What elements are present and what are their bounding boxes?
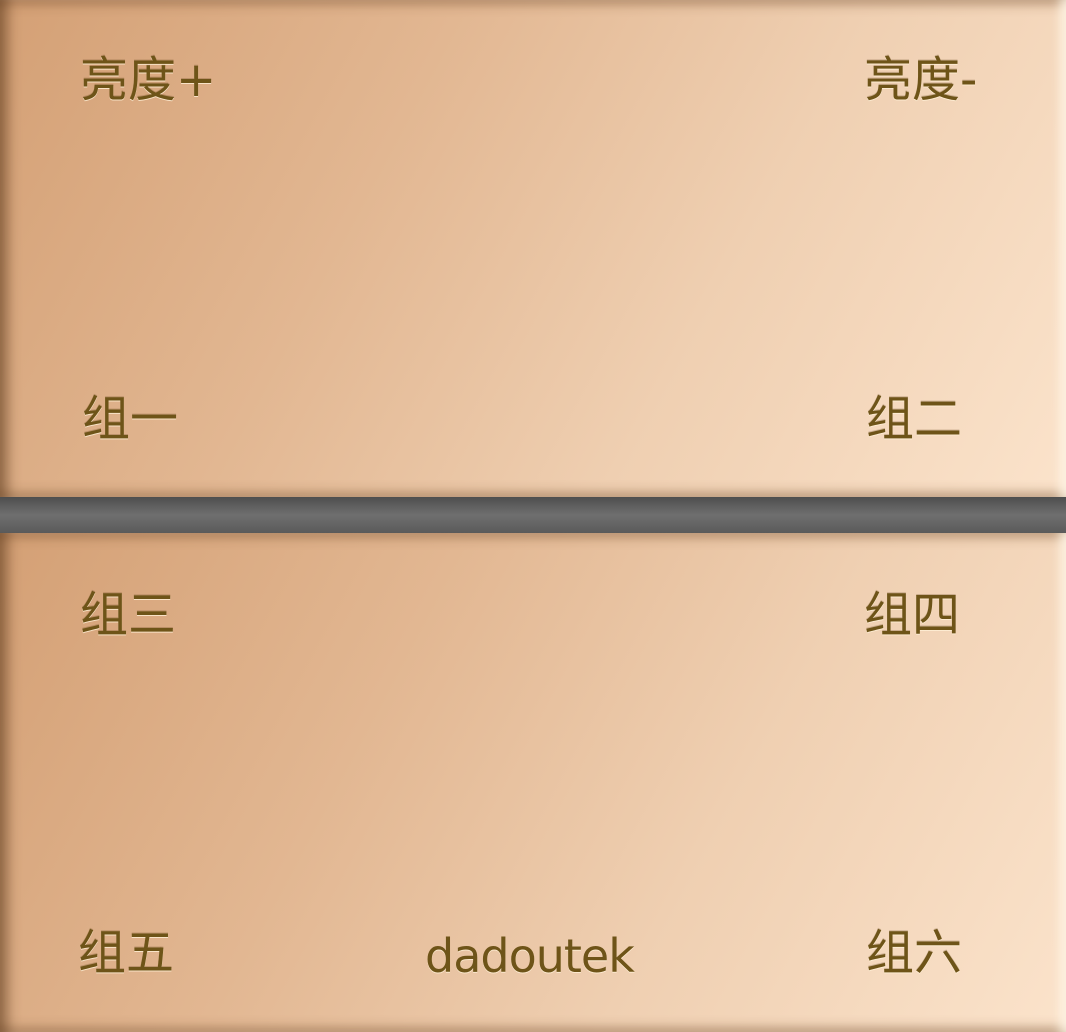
group-five-button[interactable]: 组五	[78, 929, 174, 977]
panel-divider	[0, 497, 1066, 533]
brightness-up-button[interactable]: 亮度+	[80, 56, 216, 104]
group-one-button[interactable]: 组一	[82, 395, 178, 443]
brightness-down-button[interactable]: 亮度-	[864, 56, 977, 104]
group-four-button[interactable]: 组四	[864, 591, 960, 639]
group-two-button[interactable]: 组二	[866, 395, 962, 443]
brand-logo: dadoutek	[425, 929, 635, 983]
remote-control-panel: 亮度+ 亮度- 组一 组二 组三 组四 组五 组六 dadoutek	[0, 0, 1066, 1032]
group-three-button[interactable]: 组三	[80, 591, 176, 639]
top-button-panel: 亮度+ 亮度- 组一 组二	[0, 0, 1066, 497]
bottom-button-panel: 组三 组四 组五 组六 dadoutek	[0, 533, 1066, 1032]
group-six-button[interactable]: 组六	[866, 929, 962, 977]
